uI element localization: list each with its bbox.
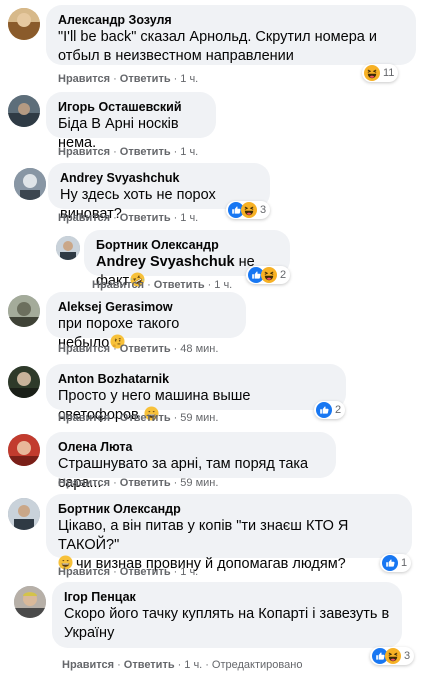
comment-time[interactable]: 59 мин. <box>180 477 218 489</box>
reaction-count: 3 <box>260 204 267 216</box>
comment-author[interactable]: Ігор Пенцак <box>64 589 390 605</box>
reaction-count: 3 <box>404 650 411 662</box>
comment-author[interactable]: Aleksej Gerasimow <box>58 299 234 315</box>
like-button[interactable]: Нравится <box>62 659 114 671</box>
comment-actions: Нравится · Ответить · 48 мин. <box>58 343 219 355</box>
comment-actions: Нравится · Ответить · 1 ч. <box>58 566 199 578</box>
comment-author[interactable]: Anton Bozhatarnik <box>58 371 334 387</box>
avatar[interactable] <box>8 434 40 466</box>
haha-reaction-icon <box>261 267 277 283</box>
avatar[interactable] <box>14 168 46 200</box>
reply-button[interactable]: Ответить <box>120 146 171 158</box>
comment-time[interactable]: 1 ч. <box>180 212 198 224</box>
like-button[interactable]: Нравится <box>58 477 110 489</box>
comment-time[interactable]: 59 мин. <box>180 412 218 424</box>
avatar[interactable] <box>8 8 40 40</box>
like-button[interactable]: Нравится <box>58 343 110 355</box>
comment-author[interactable]: Бортник Олександр <box>58 501 400 517</box>
comment-actions: Нравится · Ответить · 59 мин. <box>58 477 219 489</box>
reaction-count: 2 <box>280 269 287 281</box>
avatar[interactable] <box>8 366 40 398</box>
like-button[interactable]: Нравится <box>92 279 144 291</box>
comment-author[interactable]: Игорь Осташевский <box>58 99 204 115</box>
avatar[interactable] <box>8 498 40 530</box>
comment-time[interactable]: 1 ч. <box>180 146 198 158</box>
comment-bubble: Олена Люта Страшнувато за арні, там поря… <box>46 432 336 491</box>
like-button[interactable]: Нравится <box>58 566 110 578</box>
avatar[interactable] <box>56 236 80 260</box>
comment-bubble: Александр Зозуля "I'll be back" сказал А… <box>46 5 416 65</box>
reply-button[interactable]: Ответить <box>120 212 171 224</box>
like-reaction-icon <box>382 555 398 571</box>
comment-time[interactable]: 1 ч. <box>184 659 202 671</box>
comment-time[interactable]: 48 мин. <box>180 343 218 355</box>
reaction-count: 1 <box>401 557 408 569</box>
comment-actions: Нравится · Ответить · 1 ч. <box>58 212 199 224</box>
comment-author[interactable]: Александр Зозуля <box>58 12 404 28</box>
comment-time[interactable]: 1 ч. <box>180 73 198 85</box>
haha-reaction-icon <box>385 648 401 664</box>
haha-reaction-icon <box>364 65 380 81</box>
comment-bubble: Ігор Пенцак Скоро його тачку куплять на … <box>52 582 402 648</box>
comment-text: "I'll be back" сказал Арнольд. Скрутил н… <box>58 29 377 64</box>
comment-bubble: Anton Bozhatarnik Просто у него машина в… <box>46 364 346 423</box>
comment-actions: Нравится · Ответить · 1 ч. <box>58 73 199 85</box>
comment-time[interactable]: 1 ч. <box>180 566 198 578</box>
edited-label[interactable]: Отредактировано <box>212 659 303 671</box>
reaction-count: 11 <box>383 67 395 79</box>
reply-button[interactable]: Ответить <box>124 659 175 671</box>
comment-actions: Нравится · Ответить · 59 мин. <box>58 412 219 424</box>
reactions-summary[interactable]: 11 <box>362 64 399 82</box>
like-button[interactable]: Нравится <box>58 412 110 424</box>
comment-actions: Нравится · Ответить · 1 ч. <box>92 279 233 291</box>
avatar[interactable] <box>8 95 40 127</box>
reply-button[interactable]: Ответить <box>120 477 171 489</box>
like-button[interactable]: Нравится <box>58 212 110 224</box>
comment-actions: Нравится · Ответить · 1 ч. <box>58 146 199 158</box>
comment-author[interactable]: Andrey Svyashchuk <box>60 170 258 186</box>
reactions-summary[interactable]: 3 <box>226 201 271 219</box>
reply-button[interactable]: Ответить <box>154 279 205 291</box>
comment-author[interactable]: Бортник Олександр <box>96 237 278 253</box>
comment-time[interactable]: 1 ч. <box>214 279 232 291</box>
avatar[interactable] <box>14 586 46 618</box>
reactions-summary[interactable]: 2 <box>314 401 346 419</box>
user-mention[interactable]: Andrey Svyashchuk <box>96 254 235 270</box>
reactions-summary[interactable]: 3 <box>370 647 415 665</box>
reactions-summary[interactable]: 2 <box>246 266 291 284</box>
comment-author[interactable]: Олена Люта <box>58 439 324 455</box>
comment-bubble: Бортник Олександр Цікаво, а він питав у … <box>46 494 412 572</box>
like-button[interactable]: Нравится <box>58 146 110 158</box>
like-button[interactable]: Нравится <box>58 73 110 85</box>
avatar[interactable] <box>8 295 40 327</box>
comment-text: Скоро його тачку куплять на Копарті і за… <box>64 606 390 641</box>
haha-reaction-icon <box>241 202 257 218</box>
comment-bubble: Aleksej Gerasimow при порохе такого небы… <box>46 292 246 351</box>
reply-button[interactable]: Ответить <box>120 566 171 578</box>
like-reaction-icon <box>316 402 332 418</box>
reply-button[interactable]: Ответить <box>120 343 171 355</box>
comment-bubble: Игорь Осташевский Біда В Арні носків нем… <box>46 92 216 151</box>
reactions-summary[interactable]: 1 <box>380 554 412 572</box>
reaction-count: 2 <box>335 404 342 416</box>
reply-button[interactable]: Ответить <box>120 412 171 424</box>
reply-button[interactable]: Ответить <box>120 73 171 85</box>
comment-actions: Нравится · Ответить · 1 ч. · Отредактировано <box>62 659 303 671</box>
